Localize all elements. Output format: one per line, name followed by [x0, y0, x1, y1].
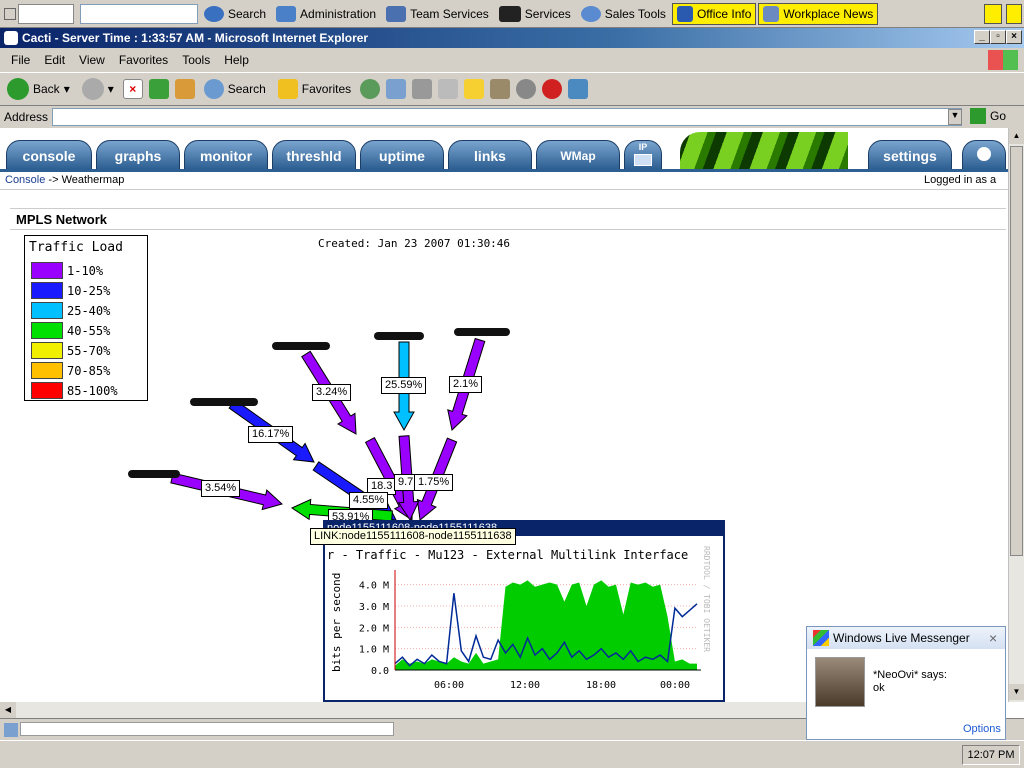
- status-progress: [20, 722, 394, 736]
- scroll-left-button[interactable]: ◀: [0, 702, 16, 718]
- node-cloud-1[interactable]: [272, 342, 330, 350]
- scroll-thumb[interactable]: [1010, 146, 1023, 556]
- system-clock: 12:07 PM: [962, 745, 1020, 765]
- legend-swatch: [31, 262, 63, 279]
- traffic-legend: Traffic Load 1-10% 10-25% 25-40% 40-55% …: [24, 235, 148, 401]
- y-tick-label: 4.0 M: [359, 581, 389, 592]
- legend-item: 85-100%: [31, 382, 118, 399]
- taskbar: 12:07 PM: [0, 740, 1024, 768]
- messenger-close-icon[interactable]: ×: [989, 627, 997, 649]
- go-button[interactable]: Go: [970, 108, 1006, 124]
- messenger-logo-icon: [813, 630, 829, 646]
- link-label: 16.17%: [248, 426, 294, 443]
- link-label: 1.75%: [414, 474, 454, 491]
- link-label: 2.1%: [449, 376, 483, 393]
- x-tick-label: 06:00: [434, 680, 464, 691]
- minimize-button[interactable]: _: [974, 30, 990, 44]
- horizontal-scrollbar[interactable]: ◀: [0, 702, 810, 718]
- y-tick-label: 0.0: [371, 666, 389, 677]
- chevron-icon[interactable]: [1006, 4, 1022, 24]
- node-cloud-4[interactable]: [190, 398, 258, 406]
- tree-icon: [977, 147, 991, 161]
- close-button[interactable]: ×: [1006, 30, 1022, 44]
- series-area: [395, 580, 697, 670]
- x-tick-label: 12:00: [510, 680, 540, 691]
- address-dropdown-icon[interactable]: ▼: [948, 109, 962, 125]
- node-cloud-5[interactable]: [128, 470, 180, 478]
- messenger-sender: *NeoOvi* says:: [873, 669, 947, 681]
- link-label: 3.24%: [312, 384, 352, 401]
- avatar: [815, 657, 865, 707]
- x-tick-label: 18:00: [586, 680, 616, 691]
- legend-swatch: [31, 342, 63, 359]
- legend-item: 55-70%: [31, 342, 110, 359]
- messenger-notification[interactable]: Windows Live Messenger × *NeoOvi* says: …: [806, 626, 1006, 740]
- legend-swatch: [31, 322, 63, 339]
- x-tick-label: 00:00: [660, 680, 690, 691]
- link-tooltip: LINK:node1155111608-node1155111638: [310, 528, 516, 545]
- graph-title: r - Traffic - Mu123 - External Multilink…: [327, 548, 689, 562]
- node-cloud-3[interactable]: [454, 328, 510, 336]
- link-graph-popup: node1155111608-node1155111638 r - Traffi…: [323, 520, 725, 702]
- pin-icon[interactable]: [984, 4, 1002, 24]
- chart-series: [394, 580, 698, 670]
- legend-item: 40-55%: [31, 322, 110, 339]
- traffic-chart: 4.0 M 3.0 M 2.0 M 1.0 M 0.0 06:00 12:00 18:00 00…: [359, 570, 701, 691]
- vertical-scrollbar[interactable]: ▲ ▼: [1008, 128, 1024, 702]
- legend-item: 1-10%: [31, 262, 103, 279]
- page-status-icon: [4, 723, 18, 737]
- scroll-up-button[interactable]: ▲: [1009, 128, 1024, 144]
- legend-swatch: [31, 282, 63, 299]
- tab-settings[interactable]: settings: [868, 140, 952, 170]
- legend-item: 10-25%: [31, 282, 110, 299]
- link-label: 4.55%: [349, 492, 389, 509]
- y-tick-label: 3.0 M: [359, 602, 389, 613]
- legend-title: Traffic Load: [29, 240, 123, 255]
- link-label: 3.54%: [201, 480, 241, 497]
- messenger-header: Windows Live Messenger ×: [807, 627, 1005, 649]
- windows-logo-icon: [988, 50, 1018, 70]
- legend-item: 25-40%: [31, 302, 110, 319]
- logged-in-text: Logged in as a: [924, 174, 997, 186]
- y-tick-label: 2.0 M: [359, 623, 389, 634]
- legend-swatch: [31, 382, 63, 399]
- link-label: 25.59%: [381, 377, 427, 394]
- legend-item: 70-85%: [31, 362, 110, 379]
- scroll-down-button[interactable]: ▼: [1009, 684, 1024, 700]
- created-timestamp: Created: Jan 23 2007 01:30:46: [318, 237, 511, 250]
- go-arrow-icon: [970, 108, 986, 124]
- y-tick-label: 1.0 M: [359, 645, 389, 656]
- legend-swatch: [31, 362, 63, 379]
- tab-tree[interactable]: [962, 140, 1006, 170]
- messenger-options-link[interactable]: Options: [963, 723, 1001, 735]
- node-cloud-2[interactable]: [374, 332, 424, 340]
- messenger-text: ok: [873, 682, 885, 694]
- legend-swatch: [31, 302, 63, 319]
- restore-button[interactable]: ▫: [990, 30, 1006, 44]
